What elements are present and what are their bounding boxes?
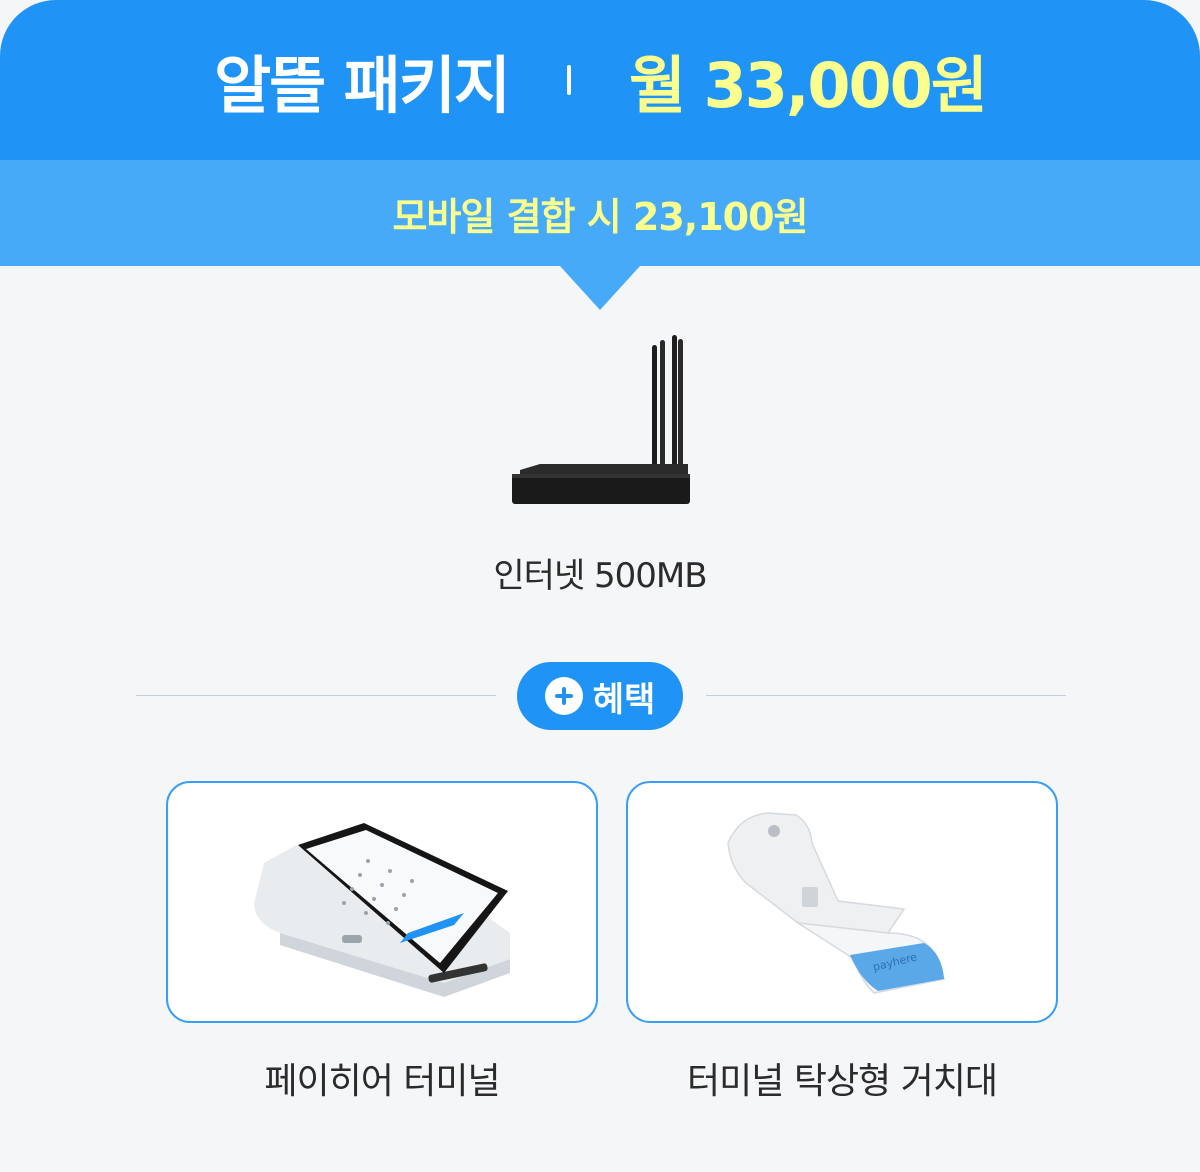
title-row: 알뜰 패키지 월 33,000원 — [214, 35, 988, 125]
stand-card: payhere — [626, 781, 1058, 1023]
mobile-combo-text: 모바일 결합 시 23,100원 — [392, 194, 808, 239]
stand-label: 터미널 탁상형 거치대 — [687, 1061, 998, 1102]
mobile-combo-banner: 모바일 결합 시 23,100원 — [0, 160, 1200, 266]
benefit-label: 혜택 — [592, 679, 656, 720]
package-header: 알뜰 패키지 월 33,000원 — [0, 0, 1200, 160]
title-separator — [566, 65, 571, 95]
terminal-label: 페이히어 터미널 — [264, 1061, 500, 1102]
package-price: 월 33,000원 — [628, 49, 988, 122]
terminal-card — [166, 781, 598, 1023]
router-label: 인터넷 500MB — [493, 556, 707, 596]
plus-icon — [544, 677, 583, 715]
payment-terminal-image — [254, 823, 510, 997]
router-image — [512, 335, 690, 504]
package-title: 알뜰 패키지 — [214, 49, 511, 122]
divider-right — [706, 695, 1066, 696]
pointer-arrow — [560, 266, 640, 310]
benefit-badge: 혜택 — [517, 662, 683, 730]
terminal-stand-image: payhere — [727, 812, 945, 994]
divider-left — [136, 695, 496, 696]
